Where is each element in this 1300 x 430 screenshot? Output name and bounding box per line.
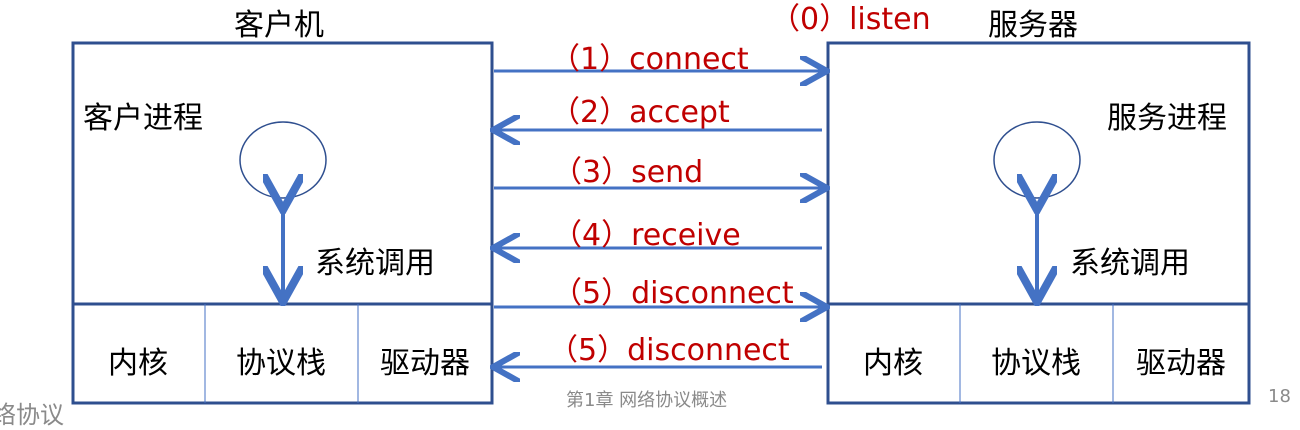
server-process-circle — [993, 121, 1081, 199]
client-cell-stack: 协议栈 — [236, 346, 326, 381]
page-number: 18 — [1268, 386, 1291, 407]
step-connect: （1）connect — [550, 42, 749, 77]
client-title: 客户机 — [234, 8, 324, 43]
step-disconnect-1: （5）disconnect — [552, 276, 794, 311]
server-process-label: 服务进程 — [1107, 101, 1227, 136]
server-syscall-label: 系统调用 — [1070, 246, 1190, 281]
server-cell-driver: 驱动器 — [1136, 346, 1226, 381]
server-cell-kernel: 内核 — [863, 346, 923, 381]
step-receive: （4）receive — [552, 218, 741, 253]
step-disconnect-2: （5）disconnect — [548, 333, 790, 368]
footer-chapter: 第1章 网络协议概述 — [566, 390, 728, 411]
server-title: 服务器 — [988, 8, 1078, 43]
step-send: （3）send — [552, 155, 704, 190]
server-cell-stack: 协议栈 — [991, 346, 1081, 381]
client-process-circle — [239, 121, 327, 199]
client-syscall-label: 系统调用 — [315, 246, 435, 281]
client-process-label: 客户进程 — [83, 101, 203, 136]
step-listen: （0）listen — [770, 2, 931, 37]
footer-left: 络协议 — [0, 401, 64, 429]
client-cell-kernel: 内核 — [108, 346, 168, 381]
step-accept: （2）accept — [550, 95, 730, 130]
client-cell-driver: 驱动器 — [380, 346, 470, 381]
